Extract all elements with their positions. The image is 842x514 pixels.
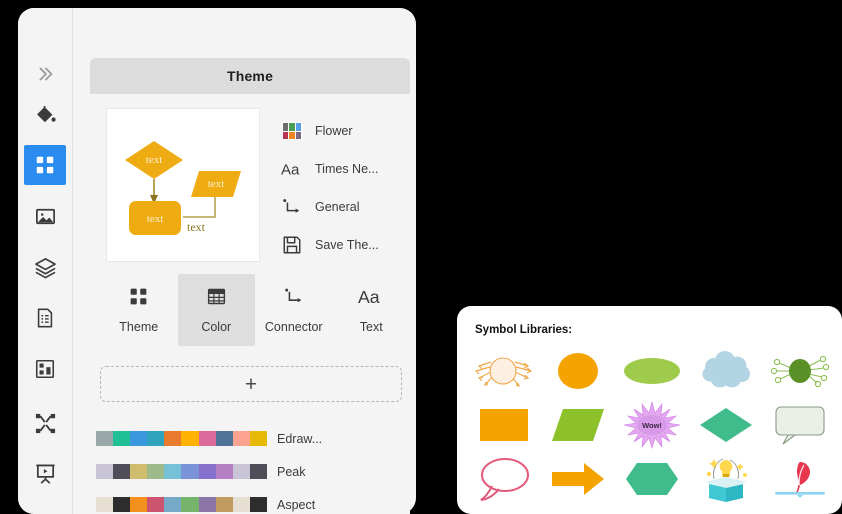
tab-color[interactable]: Color xyxy=(177,274,255,346)
svg-text:Wow!: Wow! xyxy=(642,421,662,430)
save-floppy-icon xyxy=(280,233,304,257)
tab-connector[interactable]: Connector xyxy=(255,274,333,346)
color-palette-list: Edraw... Peak Aspect xyxy=(96,422,412,514)
tab-label: Connector xyxy=(264,320,323,334)
page-title: Theme xyxy=(90,58,410,94)
svg-text:text: text xyxy=(208,178,225,190)
symbol-idea-box[interactable] xyxy=(689,452,763,506)
tab-theme[interactable]: Theme xyxy=(100,274,178,346)
tab-label: Color xyxy=(201,320,232,334)
symbol-orange-rectangle[interactable] xyxy=(467,398,541,452)
sidebar-item-layers[interactable] xyxy=(24,247,66,287)
symbol-red-balloon-pin[interactable] xyxy=(763,452,837,506)
sidebar-item-page-setup[interactable] xyxy=(24,298,66,338)
palette-name: Aspect xyxy=(277,497,316,512)
palette-name: Peak xyxy=(277,464,306,479)
tab-text[interactable]: Aa Text xyxy=(333,274,411,346)
theme-option-label: Save The... xyxy=(315,238,379,252)
theme-options-list: Flower Aa Times Ne... General Save The..… xyxy=(280,112,410,264)
theme-option-connector[interactable]: General xyxy=(280,188,410,226)
symbol-speech-box[interactable] xyxy=(763,398,837,452)
plus-icon: + xyxy=(244,372,258,396)
picture-icon xyxy=(34,205,57,228)
symbol-orange-arrow[interactable] xyxy=(541,452,615,506)
svg-text:text: text xyxy=(187,220,206,234)
palette-name: Edraw... xyxy=(277,431,323,446)
svg-text:Aa: Aa xyxy=(358,287,380,307)
theme-preview-diagram: text text text text xyxy=(125,141,241,235)
svg-text:Aa: Aa xyxy=(281,161,300,178)
connector-elbow-icon xyxy=(283,286,305,312)
symbol-libraries-title: Symbol Libraries: xyxy=(475,324,573,336)
theme-panel-body: text text text text Flower Aa Times Ne..… xyxy=(90,94,410,514)
sidebar-item-theme[interactable] xyxy=(24,145,66,185)
symbol-green-network-node[interactable] xyxy=(763,344,837,398)
sidebar-item-arrange[interactable] xyxy=(24,403,66,443)
document-list-icon xyxy=(34,307,56,329)
symbol-wow-starburst[interactable]: Wow! xyxy=(615,398,689,452)
symbol-grid: Wow! xyxy=(467,344,837,506)
theme-option-font[interactable]: Aa Times Ne... xyxy=(280,150,410,188)
sidebar-item-fill-color[interactable] xyxy=(24,96,66,136)
theme-option-label: Times Ne... xyxy=(315,162,379,176)
sidebar-item-expand-chevrons[interactable] xyxy=(24,54,66,94)
theme-option-label: Flower xyxy=(315,124,353,138)
grid-squares-icon xyxy=(128,286,149,312)
palette-swatches[interactable] xyxy=(96,464,267,479)
font-aa-icon: Aa xyxy=(280,157,304,181)
symbol-circle-with-arrows[interactable] xyxy=(467,344,541,398)
palette-row-peak[interactable]: Peak xyxy=(96,455,412,488)
symbol-green-hexagon[interactable] xyxy=(615,452,689,506)
connector-elbow-icon xyxy=(280,195,304,219)
app-window: Theme text text text text Flower Aa Time… xyxy=(0,0,842,514)
left-tool-panel: Theme text text text text Flower Aa Time… xyxy=(18,8,416,514)
arrange-nodes-icon xyxy=(34,412,57,435)
color-table-icon xyxy=(206,286,227,312)
svg-text:text: text xyxy=(147,213,164,225)
theme-option-save-theme[interactable]: Save The... xyxy=(280,226,410,264)
theme-preview-thumbnail[interactable]: text text text text xyxy=(106,108,260,262)
symbol-orange-circle[interactable] xyxy=(541,344,615,398)
chevrons-right-icon xyxy=(34,63,56,85)
theme-option-flower[interactable]: Flower xyxy=(280,112,410,150)
paint-bucket-icon xyxy=(34,105,57,128)
symbol-green-parallelogram[interactable] xyxy=(541,398,615,452)
color-swatch-grid-icon xyxy=(280,119,304,143)
chart-blocks-icon xyxy=(34,358,56,380)
grid-squares-icon xyxy=(34,154,56,176)
symbol-blue-cloud[interactable] xyxy=(689,344,763,398)
palette-row-aspect[interactable]: Aspect xyxy=(96,488,412,514)
sidebar-item-image[interactable] xyxy=(24,196,66,236)
sidebar-item-present[interactable] xyxy=(24,453,66,493)
symbol-green-ellipse[interactable] xyxy=(615,344,689,398)
sidebar-item-chart[interactable] xyxy=(24,349,66,389)
palette-swatches[interactable] xyxy=(96,431,267,446)
theme-tab-row: Theme Color Connector Aa Text xyxy=(100,274,410,346)
palette-row-edraw[interactable]: Edraw... xyxy=(96,422,412,455)
symbol-libraries-panel: Symbol Libraries: Wow! xyxy=(457,306,842,514)
layers-icon xyxy=(34,256,57,279)
add-theme-button[interactable]: + xyxy=(100,366,402,402)
presentation-icon xyxy=(34,462,57,485)
tab-label: Text xyxy=(359,320,383,334)
icon-rail xyxy=(18,8,73,514)
theme-panel: Theme text text text text Flower Aa Time… xyxy=(72,8,416,514)
palette-swatches[interactable] xyxy=(96,497,267,512)
theme-option-label: General xyxy=(315,200,360,214)
symbol-pink-speech-bubble[interactable] xyxy=(467,452,541,506)
symbol-teal-diamond[interactable] xyxy=(689,398,763,452)
tab-label: Theme xyxy=(119,320,159,334)
font-aa-icon: Aa xyxy=(358,286,384,312)
svg-text:text: text xyxy=(146,154,163,166)
